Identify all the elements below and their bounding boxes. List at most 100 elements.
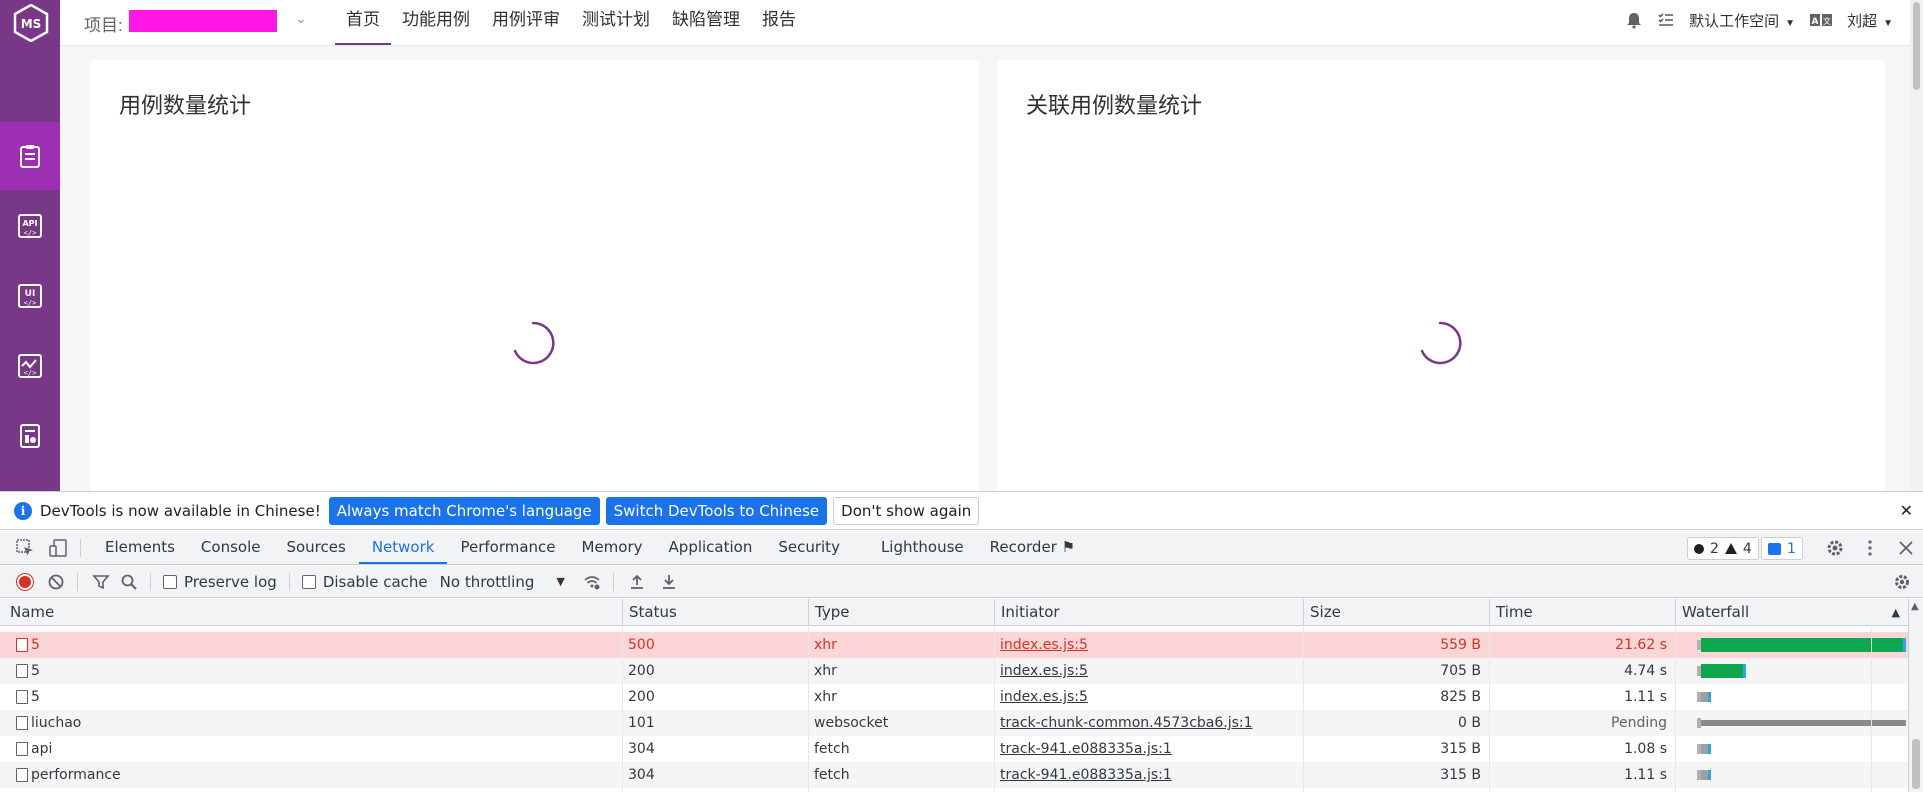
table-row[interactable]: 5 500 xhr index.es.js:5 559 B 21.62 s — [0, 632, 1908, 658]
sidebar-item-report[interactable] — [0, 402, 60, 470]
column-divider — [808, 627, 809, 792]
record-icon[interactable] — [17, 573, 33, 590]
page-scrollbar[interactable] — [1910, 0, 1923, 491]
column-waterfall[interactable]: Waterfall ▲ — [1675, 599, 1908, 626]
column-type[interactable]: Type — [808, 599, 994, 626]
tab-home[interactable]: 首页 — [335, 0, 391, 45]
table-row[interactable]: 5 200 xhr index.es.js:5 705 B 4.74 s — [0, 658, 1908, 684]
cell-initiator[interactable]: track-941.e088335a.js:1 — [994, 736, 1303, 762]
tab-elements[interactable]: Elements — [92, 531, 188, 564]
tab-test-plan[interactable]: 测试计划 — [571, 0, 661, 45]
search-icon[interactable] — [120, 573, 138, 591]
ms-logo-icon[interactable]: MS — [13, 4, 49, 42]
dont-show-again-button[interactable]: Don't show again — [833, 496, 980, 525]
export-har-icon[interactable] — [660, 573, 678, 591]
cell-status: 500 — [628, 637, 655, 653]
task-list-icon[interactable] — [1657, 11, 1675, 29]
chevron-down-icon[interactable]: ⌄ — [295, 10, 307, 27]
caret-down-icon[interactable]: ▼ — [556, 575, 564, 588]
tab-report[interactable]: 报告 — [751, 0, 807, 45]
network-conditions-icon[interactable] — [583, 573, 601, 591]
infobar-text: DevTools is now available in Chinese! — [40, 501, 321, 520]
language-icon[interactable]: A文 — [1809, 11, 1833, 29]
network-toolbar: Preserve log Disable cache No throttling… — [0, 566, 1923, 598]
issues-counter[interactable]: 2 4 — [1687, 537, 1759, 560]
more-options-icon[interactable] — [1860, 538, 1880, 558]
sidebar-item-ui[interactable]: UI </> — [0, 262, 60, 330]
close-icon[interactable]: ✕ — [1900, 501, 1913, 520]
page-scrollbar-thumb[interactable] — [1913, 2, 1920, 90]
network-table-scrollbar[interactable]: ▲ — [1908, 599, 1923, 792]
clear-icon[interactable] — [47, 573, 65, 591]
throttling-select[interactable]: No throttling — [440, 573, 535, 591]
case-count-card: 用例数量统计 — [90, 60, 978, 500]
scroll-up-icon[interactable]: ▲ — [1911, 601, 1919, 612]
cell-name: liuchao — [31, 715, 82, 731]
column-waterfall-label: Waterfall — [1682, 603, 1750, 621]
switch-to-chinese-button[interactable]: Switch DevTools to Chinese — [605, 496, 828, 525]
tab-application[interactable]: Application — [656, 531, 766, 564]
network-request-table: Name Status Type Initiator Size Time Wat… — [0, 599, 1923, 792]
column-size[interactable]: Size — [1303, 599, 1489, 626]
cell-size: 0 B — [1458, 715, 1481, 731]
always-match-language-button[interactable]: Always match Chrome's language — [328, 496, 600, 525]
tab-case-review[interactable]: 用例评审 — [481, 0, 571, 45]
tab-memory[interactable]: Memory — [569, 531, 656, 564]
table-row[interactable]: 5 200 xhr index.es.js:5 825 B 1.11 s — [0, 684, 1908, 710]
table-row[interactable]: liuchao 101 websocket track-chunk-common.45… — [0, 710, 1908, 736]
column-time[interactable]: Time — [1489, 599, 1675, 626]
filter-icon[interactable] — [92, 573, 110, 591]
svg-text:</>: </> — [24, 369, 37, 377]
tab-defects[interactable]: 缺陷管理 — [661, 0, 751, 45]
close-icon[interactable] — [1896, 538, 1916, 558]
messages-counter[interactable]: 1 — [1761, 537, 1803, 560]
svg-text:API: API — [22, 219, 37, 228]
tab-network[interactable]: Network — [358, 531, 448, 564]
workspace-select[interactable]: 默认工作空间 ▼ — [1689, 10, 1795, 31]
cell-status: 200 — [628, 663, 655, 679]
column-status[interactable]: Status — [622, 599, 808, 626]
table-row[interactable]: performance 304 fetch track-941.e088335a.js… — [0, 762, 1908, 788]
cell-type: fetch — [814, 741, 850, 757]
device-toolbar-icon[interactable] — [48, 538, 68, 558]
cell-type: xhr — [814, 637, 837, 653]
preserve-log-checkbox[interactable] — [163, 574, 177, 589]
cell-initiator[interactable]: index.es.js:5 — [994, 632, 1303, 658]
user-name: 刘超 — [1847, 12, 1878, 30]
cell-initiator[interactable]: track-chunk-common.4573cba6.js:1 — [994, 710, 1303, 736]
gear-icon[interactable] — [1825, 538, 1845, 558]
column-initiator[interactable]: Initiator — [994, 599, 1303, 626]
toolbar-divider — [612, 572, 614, 591]
column-name[interactable]: Name — [0, 599, 622, 626]
disable-cache-checkbox[interactable] — [301, 574, 316, 589]
sidebar-item-track[interactable] — [0, 122, 60, 190]
caret-down-icon: ▼ — [1883, 17, 1893, 29]
top-nav: 首页 功能用例 用例评审 测试计划 缺陷管理 报告 — [335, 0, 807, 45]
clipped-row — [0, 627, 1923, 631]
waterfall-bar — [1701, 744, 1711, 754]
gear-icon[interactable] — [1893, 573, 1911, 591]
sidebar-item-api[interactable]: API </> — [0, 192, 60, 260]
tab-functional-cases[interactable]: 功能用例 — [391, 0, 481, 45]
tab-sources[interactable]: Sources — [273, 531, 358, 564]
cell-name: 5 — [31, 663, 40, 679]
bell-icon[interactable] — [1625, 11, 1643, 29]
workspace-name: 默认工作空间 — [1689, 12, 1780, 30]
table-row[interactable]: api 304 fetch track-941.e088335a.js:1 315 B 1… — [0, 736, 1908, 762]
import-har-icon[interactable] — [628, 573, 646, 591]
tab-lighthouse[interactable]: Lighthouse — [853, 531, 977, 564]
sidebar-item-performance[interactable]: </> — [0, 332, 60, 400]
error-count: 2 — [1710, 540, 1719, 557]
cell-initiator[interactable]: track-941.e088335a.js:1 — [994, 762, 1303, 788]
scrollbar-thumb[interactable] — [1912, 739, 1920, 789]
cell-size: 315 B — [1440, 741, 1481, 757]
cell-initiator[interactable]: index.es.js:5 — [994, 684, 1303, 710]
tab-performance[interactable]: Performance — [447, 531, 568, 564]
tab-security[interactable]: Security — [765, 531, 853, 564]
project-label: 项目: — [84, 16, 123, 35]
tab-console[interactable]: Console — [188, 531, 274, 564]
cell-initiator[interactable]: index.es.js:5 — [994, 658, 1303, 684]
inspect-element-icon[interactable] — [15, 538, 35, 558]
user-menu[interactable]: 刘超 ▼ — [1847, 10, 1893, 31]
tab-recorder[interactable]: Recorder ⚑ — [977, 531, 1088, 564]
